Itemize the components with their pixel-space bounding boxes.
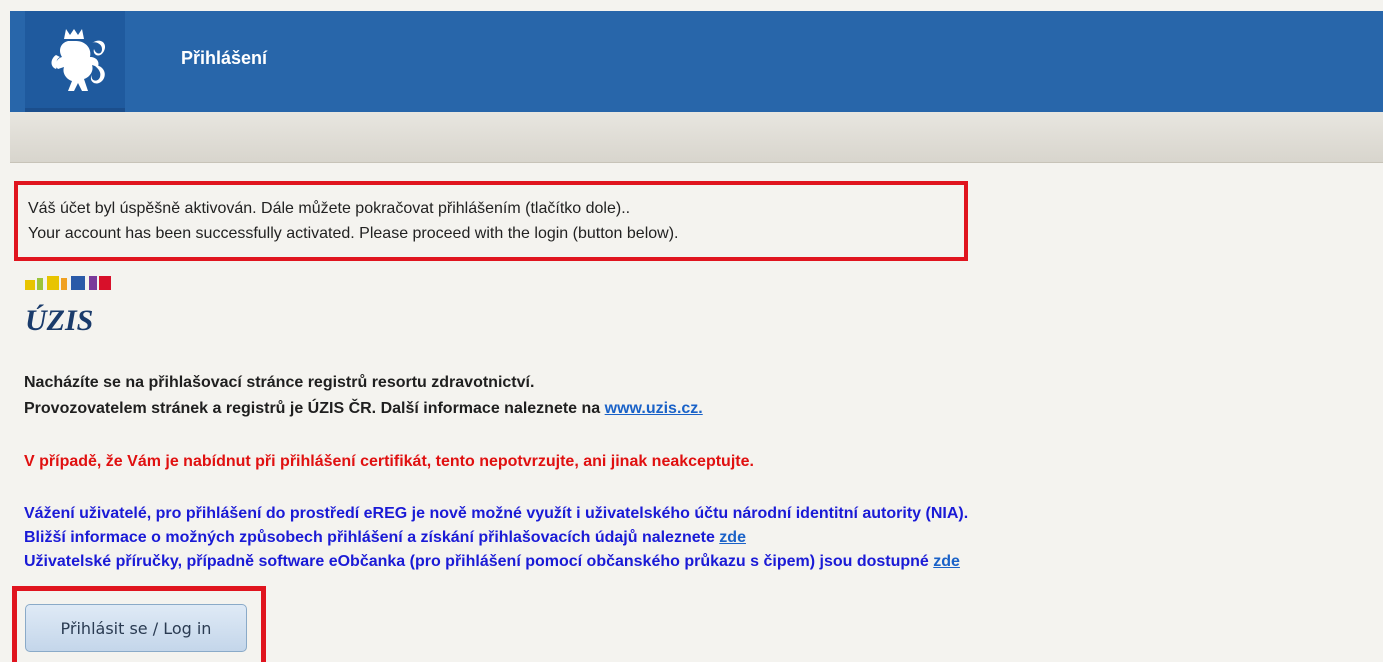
- notice-line-en: Your account has been successfully activ…: [28, 225, 679, 242]
- activation-notice: Váš účet byl úspěšně aktivován. Dále můž…: [14, 181, 968, 261]
- info-line-1: Nacházíte se na přihlašovací stránce reg…: [24, 374, 535, 391]
- manuals-link[interactable]: zde: [933, 553, 960, 570]
- uzis-logo-blocks-icon: [25, 276, 111, 290]
- uzis-website-link[interactable]: www.uzis.cz.: [605, 400, 703, 417]
- czech-lion-icon: [51, 29, 106, 91]
- page: Přihlášení Váš účet byl úspěšně aktivová…: [0, 0, 1383, 662]
- toolbar-strip: [10, 112, 1383, 163]
- header-bar: Přihlášení: [10, 11, 1383, 112]
- manuals-text: Uživatelské příručky, případně software …: [24, 553, 934, 570]
- nia-info-line: Vážení uživatelé, pro přihlášení do pros…: [24, 505, 969, 522]
- info-line-2: Provozovatelem stránek a registrů je ÚZI…: [24, 400, 703, 418]
- login-button[interactable]: Přihlásit se / Log in: [25, 604, 247, 652]
- page-title: Přihlášení: [181, 48, 268, 68]
- uzis-logo-text: ÚZIS: [25, 304, 94, 337]
- login-methods-link[interactable]: zde: [719, 529, 746, 546]
- login-methods-line: Bližší informace o možných způsobech při…: [24, 529, 746, 547]
- uzis-logo: ÚZIS: [25, 274, 115, 346]
- notice-line-cz: Váš účet byl úspěšně aktivován. Dále můž…: [28, 200, 631, 217]
- certificate-warning: V případě, že Vám je nabídnut při přihlá…: [24, 453, 754, 470]
- info-line-2-text: Provozovatelem stránek a registrů je ÚZI…: [24, 400, 605, 417]
- manuals-line: Uživatelské příručky, případně software …: [24, 553, 960, 571]
- login-methods-text: Bližší informace o možných způsobech při…: [24, 529, 720, 546]
